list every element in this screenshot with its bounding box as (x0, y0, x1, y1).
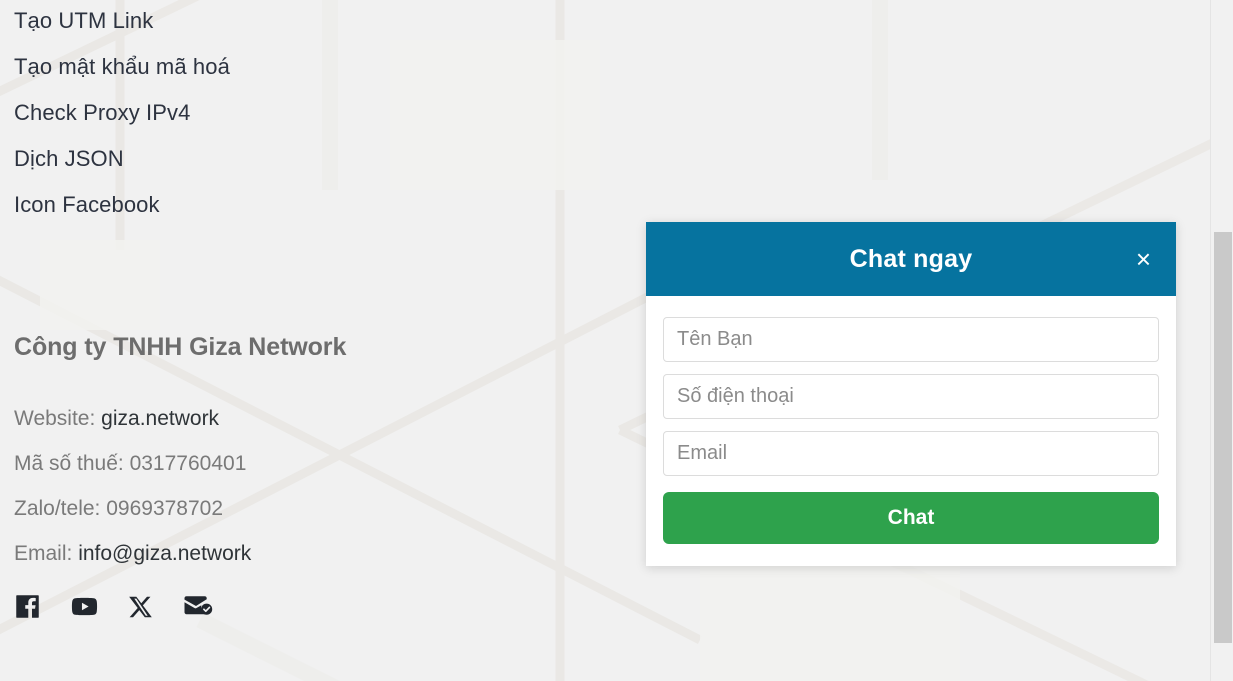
company-name: Công ty TNHH Giza Network (14, 333, 347, 361)
name-input[interactable] (663, 317, 1159, 362)
chat-widget-title: Chat ngay (849, 244, 973, 273)
vertical-scrollbar-track[interactable] (1210, 0, 1233, 681)
youtube-icon[interactable] (70, 592, 99, 621)
phone-input[interactable] (663, 374, 1159, 419)
chat-submit-button[interactable]: Chat (663, 492, 1159, 544)
email-verified-icon[interactable] (183, 594, 213, 620)
footer-link-item[interactable]: Tạo mật khẩu mã hoá (14, 44, 230, 90)
company-detail-row: Mã số thuế: 0317760401 (14, 441, 346, 486)
social-icon-row (14, 592, 213, 621)
email-input[interactable] (663, 431, 1159, 476)
page-content: Tạo QR Code Tạo UTM Link Tạo mật khẩu mã… (0, 0, 1210, 681)
company-detail-label: Zalo/tele: (14, 497, 101, 520)
company-detail-value: 0969378702 (106, 497, 224, 520)
company-detail-label: Email: (14, 542, 73, 565)
footer-link-item[interactable]: Check Proxy IPv4 (14, 90, 230, 136)
company-detail-value[interactable]: giza.network (101, 407, 219, 430)
x-twitter-icon[interactable] (128, 594, 154, 620)
company-detail-value[interactable]: info@giza.network (78, 542, 251, 565)
facebook-icon[interactable] (14, 593, 41, 620)
chat-widget: Chat ngay × Chat (646, 222, 1176, 566)
company-detail-label: Website: (14, 407, 96, 430)
footer-link-item[interactable]: Dịch JSON (14, 136, 230, 182)
company-info-block: Công ty TNHH Giza Network Website: giza.… (14, 330, 346, 576)
chat-widget-header: Chat ngay × (646, 222, 1176, 296)
company-detail-label: Mã số thuế: (14, 452, 124, 475)
footer-link-list: Tạo QR Code Tạo UTM Link Tạo mật khẩu mã… (14, 0, 230, 228)
company-detail-list: Website: giza.network Mã số thuế: 031776… (14, 396, 346, 576)
footer-link-item[interactable]: Icon Facebook (14, 182, 230, 228)
footer-link-item[interactable]: Tạo UTM Link (14, 0, 230, 44)
company-detail-row: Zalo/tele: 0969378702 (14, 486, 346, 531)
chat-widget-form: Chat (646, 296, 1176, 566)
company-detail-row: Website: giza.network (14, 396, 346, 441)
company-detail-value: 0317760401 (129, 452, 247, 475)
vertical-scrollbar-thumb[interactable] (1214, 232, 1232, 643)
close-icon[interactable]: × (1136, 246, 1151, 272)
company-detail-row: Email: info@giza.network (14, 531, 346, 576)
